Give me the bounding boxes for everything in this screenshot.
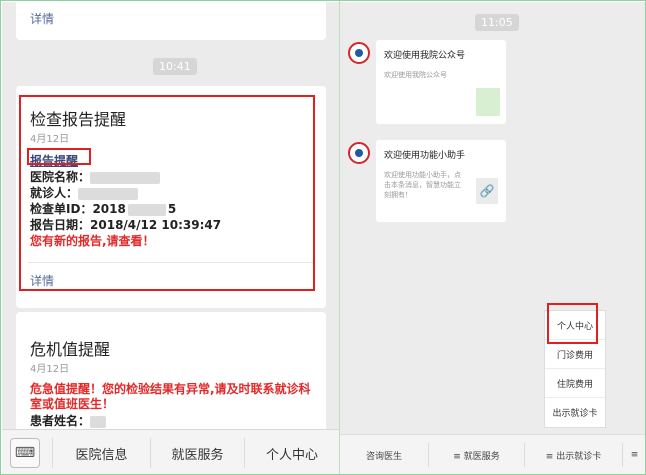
message-desc: 欢迎使用功能小助手，点击本条消息，智慧功能立刻拥有！ [384,171,461,199]
welcome-message-card[interactable]: 欢迎使用我院公众号 欢迎使用我院公众号 [376,40,506,124]
wechat-menu-bar-right: 咨询医生 ≡ 就医服务 ≡ 出示就诊卡 ≡ [340,434,645,474]
patient-name-row: 患者姓名： [30,412,107,429]
menu-consult-doctor[interactable]: 咨询医生 [340,443,428,467]
menu-hospital-info[interactable]: 医院信息 [52,438,150,468]
timestamp: 11:05 [475,14,519,31]
keyboard-icon[interactable]: ⌨ [10,438,40,468]
message-title: 欢迎使用我院公众号 [384,51,466,61]
menu-show-card[interactable]: ≡ 出示就诊卡 [524,443,622,467]
critical-alert-text: 危急值提醒！您的检验结果有异常,请及时联系就诊科室或值班医生！ [30,382,311,411]
hospital-logo-icon [348,142,370,164]
patient-name-label: 患者姓名： [30,414,91,428]
wechat-menu-bar: ⌨ 医院信息 就医服务 个人中心 [2,429,339,474]
detail-link[interactable]: 详情 [30,10,54,27]
redacted-value [90,415,107,428]
link-icon: 🔗 [476,178,498,204]
hospital-logo-icon [348,42,370,64]
message-title: 欢迎使用功能小助手 [384,151,466,161]
assistant-message-card[interactable]: 欢迎使用功能小助手 欢迎使用功能小助手，点击本条消息，智慧功能立刻拥有！ 🔗 [376,140,506,222]
message-desc: 欢迎使用我院公众号 [384,71,447,79]
submenu-show-card[interactable]: 出示就诊卡 [545,398,605,427]
menu-medical-service[interactable]: 就医服务 [150,438,244,468]
thumbnail-image [476,88,500,116]
highlight-frame [19,95,315,291]
screenshot-frame: 详情 10:41 检查报告提醒 4月12日 报告提醒 医院名称： 就诊人： 检查… [0,0,646,475]
menu-medical-service[interactable]: ≡ 就医服务 [428,443,524,467]
timestamp: 10:41 [153,58,197,75]
card-title: 危机值提醒 [30,340,111,359]
highlight-frame [27,148,91,165]
highlight-frame [547,303,598,344]
critical-value-card[interactable]: 危机值提醒 4月12日 危急值提醒！您的检验结果有异常,请及时联系就诊科室或值班… [16,312,326,438]
submenu-inpatient-fees[interactable]: 住院费用 [545,369,605,398]
menu-personal-center[interactable]: 个人中心 [244,438,339,468]
menu-more-icon[interactable]: ≡ [622,443,645,467]
submenu-outpatient-fees[interactable]: 门诊费用 [545,340,605,369]
previous-message-card[interactable]: 详情 [16,2,326,40]
card-date: 4月12日 [30,364,70,375]
